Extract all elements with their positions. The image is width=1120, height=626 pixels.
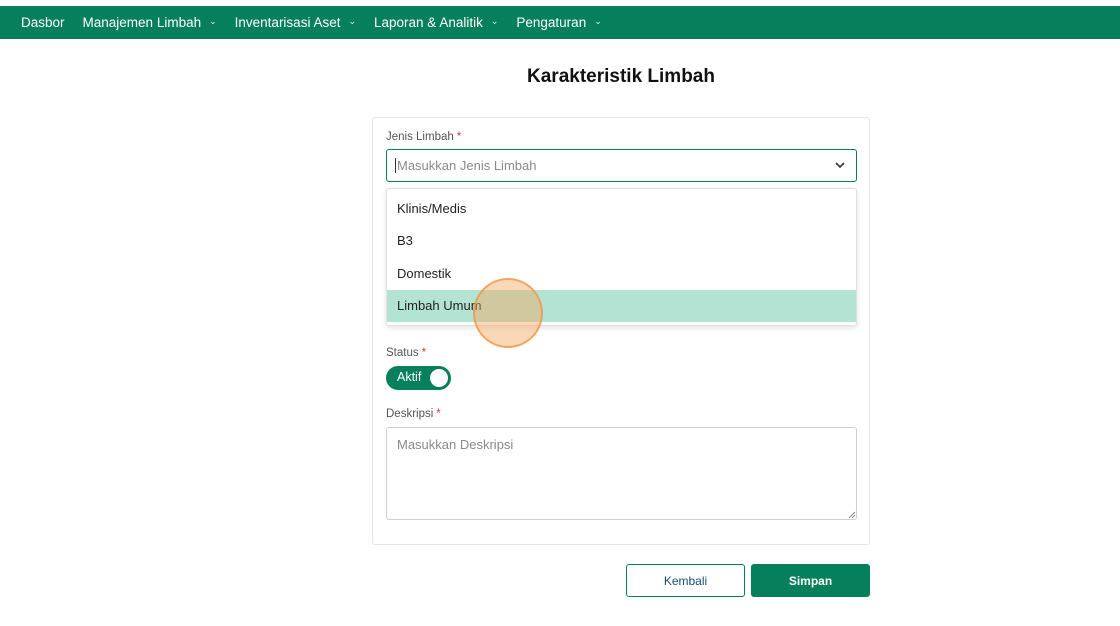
- status-toggle[interactable]: Aktif: [386, 366, 451, 390]
- form-card: Jenis Limbah* Klinis/Medis B3 Domestik L…: [372, 117, 870, 545]
- deskripsi-label: Deskripsi *: [386, 408, 441, 420]
- nav-item-laporan-analitik[interactable]: Laporan & Analitik ⌄: [374, 15, 498, 30]
- back-button[interactable]: Kembali: [626, 564, 745, 597]
- toggle-knob: [430, 369, 448, 387]
- chevron-down-icon[interactable]: [834, 159, 846, 171]
- nav-item-manajemen-limbah[interactable]: Manajemen Limbah ⌄: [83, 15, 217, 30]
- page-title: Karakteristik Limbah: [527, 66, 715, 87]
- top-navbar: Dasbor Manajemen Limbah ⌄ Inventarisasi …: [0, 6, 1120, 39]
- toggle-label: Aktif: [397, 370, 422, 384]
- nav-item-label: Inventarisasi Aset: [234, 15, 341, 30]
- nav-item-label: Dasbor: [21, 15, 65, 30]
- jenis-limbah-dropdown: Klinis/Medis B3 Domestik Limbah Umum: [386, 188, 857, 326]
- nav-item-label: Laporan & Analitik: [374, 15, 483, 30]
- nav-item-inventarisasi-aset[interactable]: Inventarisasi Aset ⌄: [235, 15, 356, 30]
- dropdown-option-domestik[interactable]: Domestik: [387, 257, 856, 290]
- nav-item-pengaturan[interactable]: Pengaturan ⌄: [516, 15, 601, 30]
- nav-item-label: Pengaturan: [516, 15, 587, 30]
- deskripsi-textarea[interactable]: [386, 427, 857, 520]
- chevron-down-icon: ⌄: [348, 16, 357, 26]
- jenis-limbah-input[interactable]: [397, 158, 817, 173]
- status-label: Status *: [386, 347, 427, 359]
- save-button[interactable]: Simpan: [751, 564, 870, 597]
- required-mark: *: [436, 408, 441, 420]
- chevron-down-icon: ⌄: [209, 16, 217, 26]
- dropdown-option-limbah-umum[interactable]: Limbah Umum: [387, 289, 856, 322]
- nav-item-dasbor[interactable]: Dasbor: [21, 15, 65, 30]
- chevron-down-icon: ⌄: [594, 16, 602, 26]
- jenis-limbah-label: Jenis Limbah *: [386, 131, 462, 143]
- required-mark: *: [456, 131, 462, 143]
- text-cursor: [395, 158, 396, 173]
- resize-grip-icon[interactable]: [848, 511, 856, 519]
- dropdown-option-klinis-medis[interactable]: Klinis/Medis: [387, 192, 856, 225]
- nav-item-label: Manajemen Limbah: [82, 15, 202, 30]
- required-mark: *: [421, 347, 427, 359]
- jenis-limbah-select[interactable]: [386, 149, 857, 182]
- chevron-down-icon: ⌄: [490, 16, 499, 26]
- dropdown-option-b3[interactable]: B3: [387, 225, 856, 258]
